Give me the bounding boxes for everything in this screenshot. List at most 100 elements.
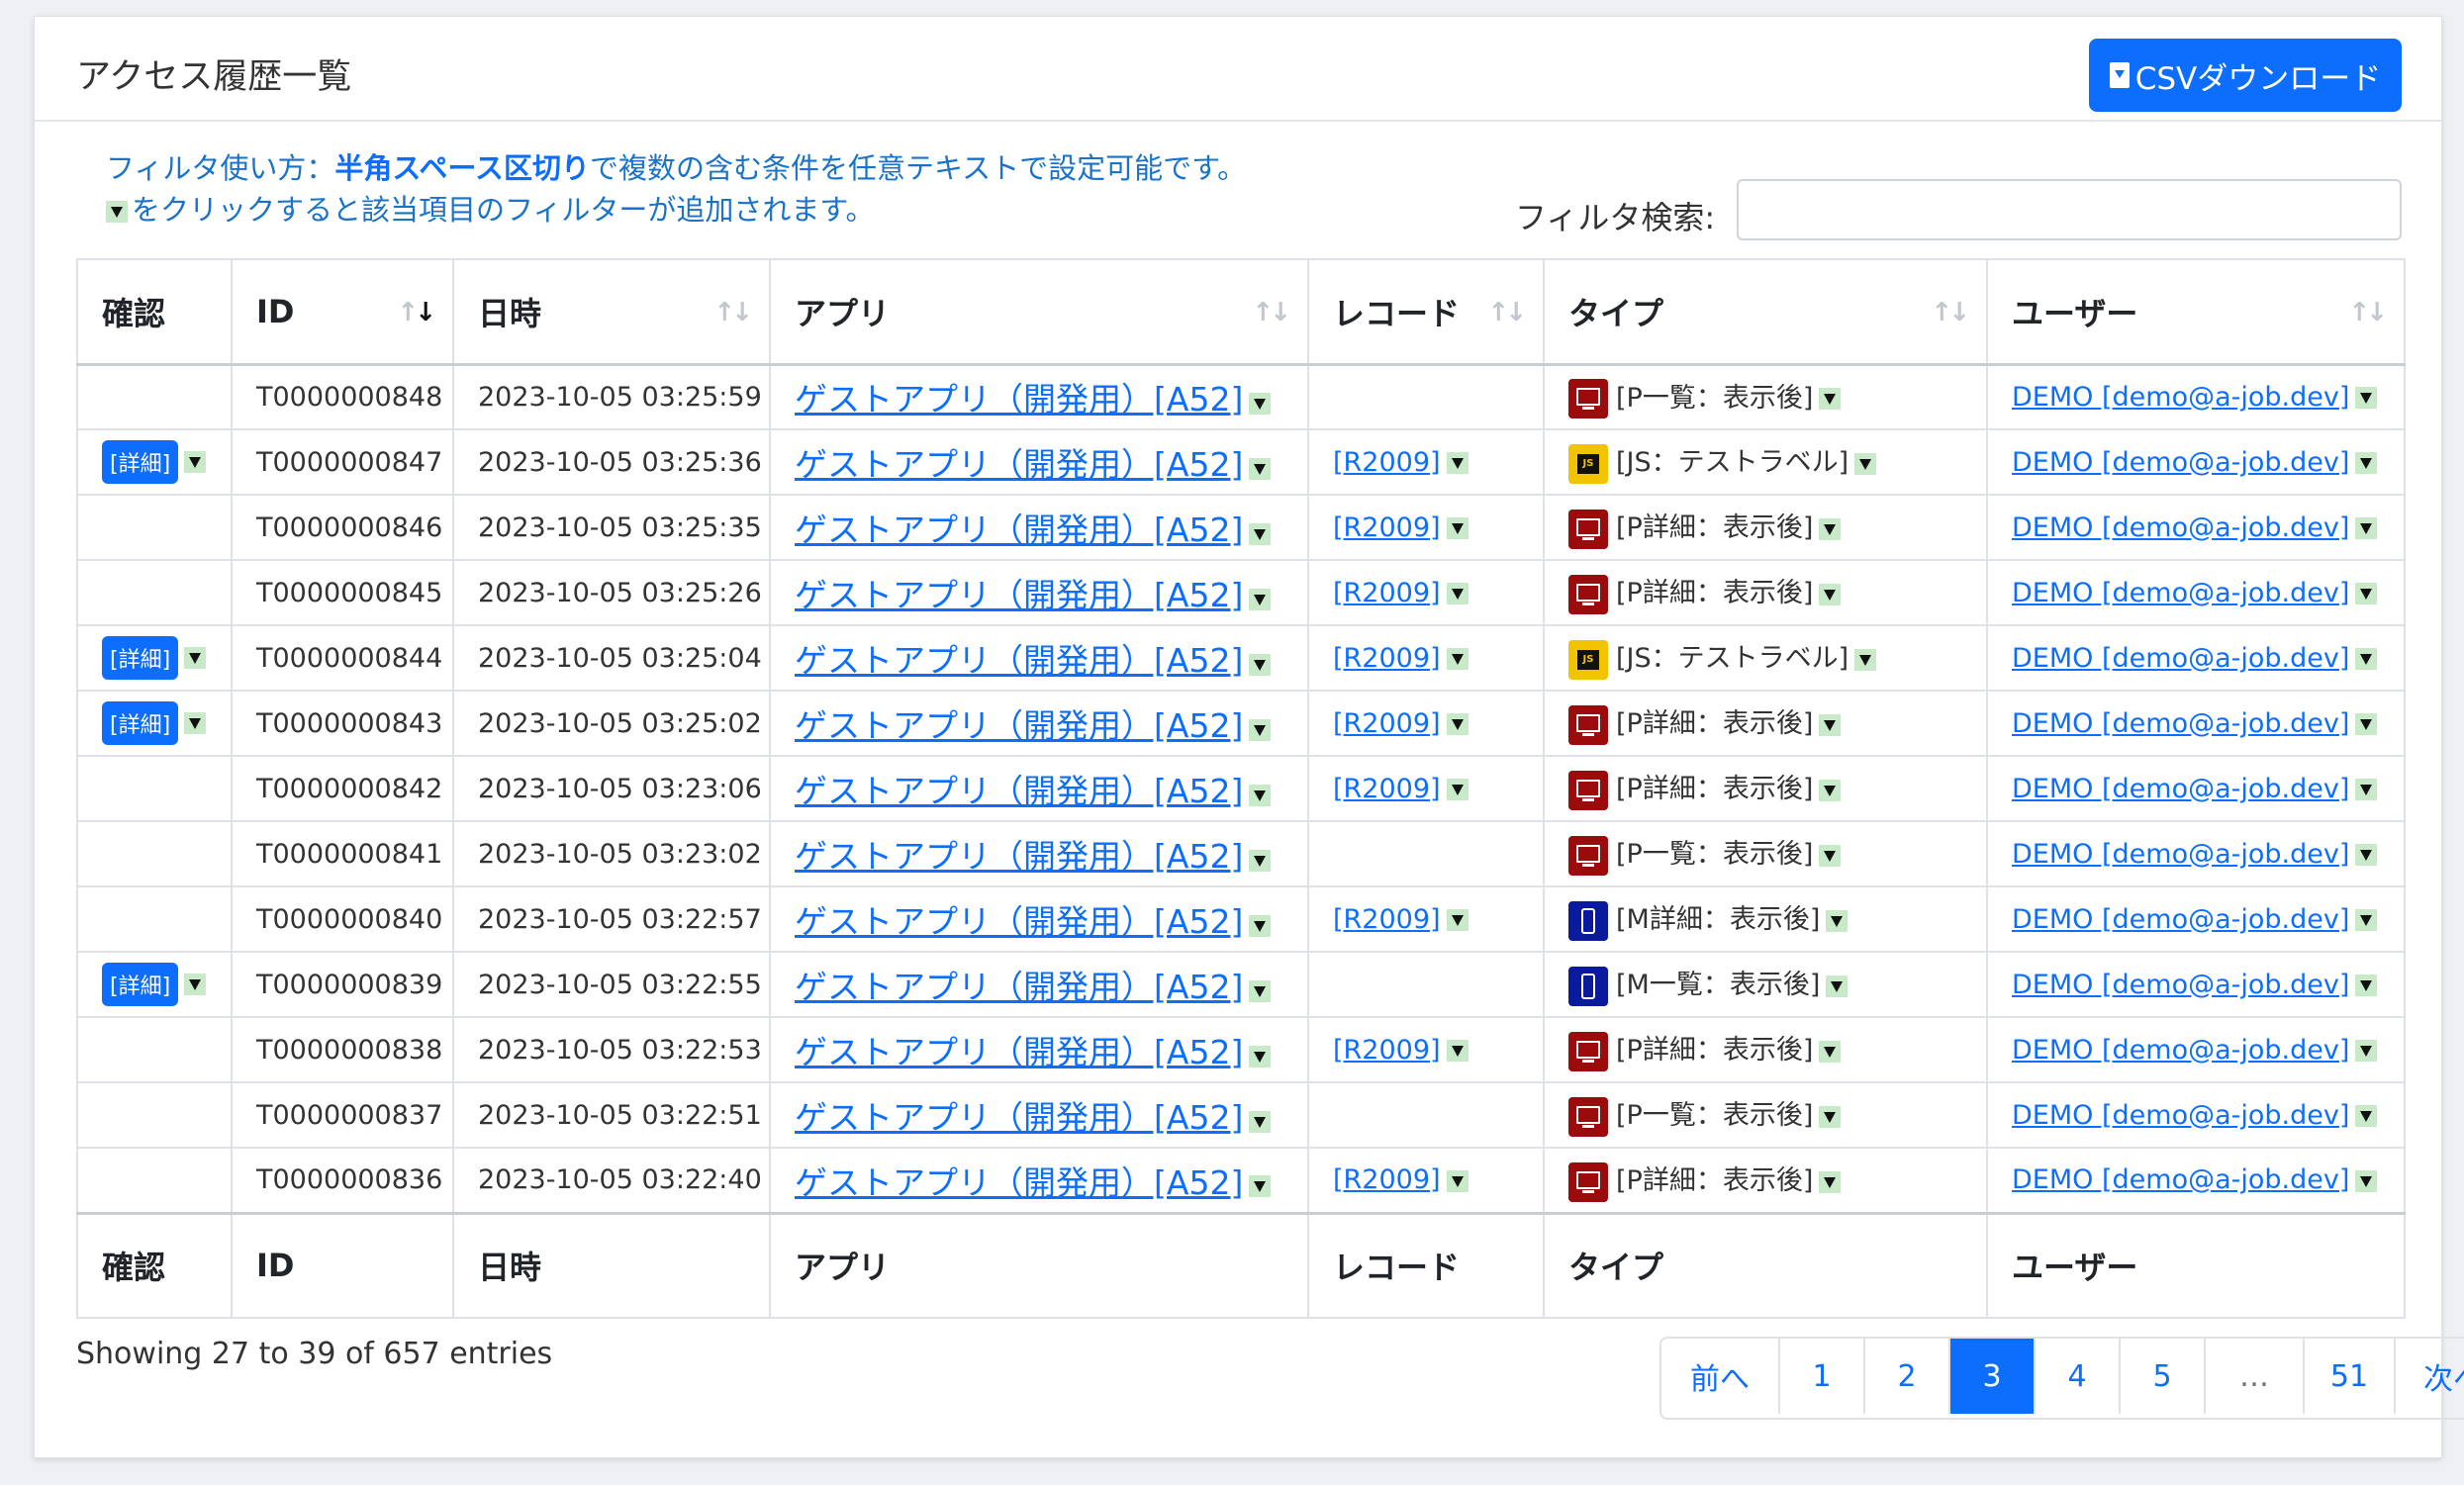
record-filter-icon[interactable] (1446, 517, 1469, 539)
user-filter-icon[interactable] (2355, 975, 2378, 996)
user-filter-icon[interactable] (2355, 909, 2378, 931)
record-filter-icon[interactable] (1446, 1040, 1469, 1062)
col-header-app[interactable]: アプリ ↑↓ (769, 258, 1309, 366)
page-button-51[interactable]: 51 (2303, 1339, 2394, 1414)
type-filter-icon[interactable] (1854, 452, 1877, 475)
user-filter-icon[interactable] (2355, 844, 2378, 866)
record-filter-icon[interactable] (1446, 713, 1469, 735)
user-filter-icon[interactable] (2355, 1105, 2378, 1127)
next-page-button[interactable]: 次へ (2394, 1339, 2464, 1414)
detail-button[interactable]: [詳細] (102, 440, 179, 484)
user-link[interactable]: DEMO [demo@a-job.dev] (2012, 512, 2349, 543)
user-filter-icon[interactable] (2355, 779, 2378, 800)
record-link[interactable]: [R2009] (1333, 1035, 1441, 1066)
record-link[interactable]: [R2009] (1333, 708, 1441, 739)
app-link[interactable]: ゲストアプリ（開発用）[A52] (795, 1098, 1243, 1137)
detail-filter-icon[interactable] (184, 974, 207, 995)
user-link[interactable]: DEMO [demo@a-job.dev] (2012, 1100, 2349, 1131)
user-link[interactable]: DEMO [demo@a-job.dev] (2012, 447, 2349, 478)
user-link[interactable]: DEMO [demo@a-job.dev] (2012, 708, 2349, 739)
app-filter-icon[interactable] (1249, 457, 1272, 480)
detail-button[interactable]: [詳細] (102, 963, 179, 1006)
user-link[interactable]: DEMO [demo@a-job.dev] (2012, 904, 2349, 935)
app-filter-icon[interactable] (1249, 979, 1272, 1002)
detail-button[interactable]: [詳細] (102, 701, 179, 745)
app-link[interactable]: ゲストアプリ（開発用）[A52] (795, 445, 1243, 484)
record-filter-icon[interactable] (1446, 648, 1469, 670)
page-button-2[interactable]: 2 (1863, 1339, 1948, 1414)
record-link[interactable]: [R2009] (1333, 578, 1441, 608)
app-link[interactable]: ゲストアプリ（開発用）[A52] (795, 641, 1243, 680)
type-filter-icon[interactable] (1819, 844, 1842, 867)
col-header-datetime[interactable]: 日時 ↑↓ (452, 258, 771, 366)
user-link[interactable]: DEMO [demo@a-job.dev] (2012, 382, 2349, 413)
detail-filter-icon[interactable] (184, 712, 207, 734)
type-filter-icon[interactable] (1819, 583, 1842, 605)
app-filter-icon[interactable] (1249, 849, 1272, 872)
user-filter-icon[interactable] (2355, 517, 2378, 539)
page-button-1[interactable]: 1 (1778, 1339, 1863, 1414)
app-filter-icon[interactable] (1249, 1175, 1272, 1198)
record-link[interactable]: [R2009] (1333, 447, 1441, 478)
app-filter-icon[interactable] (1249, 1045, 1272, 1067)
record-filter-icon[interactable] (1446, 1169, 1469, 1192)
detail-button[interactable]: [詳細] (102, 636, 179, 680)
app-link[interactable]: ゲストアプリ（開発用）[A52] (795, 510, 1243, 549)
app-link[interactable]: ゲストアプリ（開発用）[A52] (795, 1163, 1243, 1202)
user-filter-icon[interactable] (2355, 387, 2378, 410)
app-filter-icon[interactable] (1249, 392, 1272, 415)
type-filter-icon[interactable] (1819, 1170, 1842, 1193)
col-header-id[interactable]: ID ↑↓ (231, 258, 454, 366)
type-filter-icon[interactable] (1819, 713, 1842, 736)
app-link[interactable]: ゲストアプリ（開発用）[A52] (795, 380, 1243, 418)
user-filter-icon[interactable] (2355, 583, 2378, 604)
record-link[interactable]: [R2009] (1333, 774, 1441, 804)
user-link[interactable]: DEMO [demo@a-job.dev] (2012, 1164, 2349, 1195)
app-filter-icon[interactable] (1249, 718, 1272, 741)
type-filter-icon[interactable] (1819, 1105, 1842, 1128)
user-filter-icon[interactable] (2355, 713, 2378, 735)
filter-search-input[interactable] (1737, 179, 2402, 240)
app-filter-icon[interactable] (1249, 588, 1272, 610)
app-filter-icon[interactable] (1249, 522, 1272, 545)
detail-filter-icon[interactable] (184, 647, 207, 669)
user-filter-icon[interactable] (2355, 648, 2378, 670)
app-link[interactable]: ゲストアプリ（開発用）[A52] (795, 772, 1243, 810)
record-link[interactable]: [R2009] (1333, 512, 1441, 543)
type-filter-icon[interactable] (1819, 517, 1842, 540)
record-filter-icon[interactable] (1446, 452, 1469, 474)
type-filter-icon[interactable] (1826, 909, 1848, 932)
user-link[interactable]: DEMO [demo@a-job.dev] (2012, 774, 2349, 804)
user-link[interactable]: DEMO [demo@a-job.dev] (2012, 839, 2349, 870)
app-filter-icon[interactable] (1249, 653, 1272, 676)
type-filter-icon[interactable] (1819, 388, 1842, 410)
app-link[interactable]: ゲストアプリ（開発用）[A52] (795, 576, 1243, 614)
page-button-4[interactable]: 4 (2034, 1339, 2119, 1414)
prev-page-button[interactable]: 前へ (1661, 1339, 1778, 1414)
app-link[interactable]: ゲストアプリ（開発用）[A52] (795, 837, 1243, 876)
page-button-3[interactable]: 3 (1948, 1339, 2034, 1414)
col-header-user[interactable]: ユーザー ↑↓ (1986, 258, 2406, 366)
app-filter-icon[interactable] (1249, 914, 1272, 937)
record-link[interactable]: [R2009] (1333, 904, 1441, 935)
type-filter-icon[interactable] (1819, 779, 1842, 801)
user-link[interactable]: DEMO [demo@a-job.dev] (2012, 643, 2349, 674)
user-filter-icon[interactable] (2355, 1040, 2378, 1062)
detail-filter-icon[interactable] (184, 451, 207, 473)
app-link[interactable]: ゲストアプリ（開発用）[A52] (795, 968, 1243, 1006)
record-filter-icon[interactable] (1446, 583, 1469, 604)
user-link[interactable]: DEMO [demo@a-job.dev] (2012, 578, 2349, 608)
csv-download-button[interactable]: CSVダウンロード (2089, 39, 2402, 112)
app-link[interactable]: ゲストアプリ（開発用）[A52] (795, 902, 1243, 941)
col-header-record[interactable]: レコード ↑↓ (1307, 258, 1545, 366)
col-header-type[interactable]: タイプ ↑↓ (1543, 258, 1988, 366)
app-filter-icon[interactable] (1249, 1110, 1272, 1133)
user-filter-icon[interactable] (2355, 1169, 2378, 1192)
record-link[interactable]: [R2009] (1333, 643, 1441, 674)
user-link[interactable]: DEMO [demo@a-job.dev] (2012, 970, 2349, 1000)
app-filter-icon[interactable] (1249, 784, 1272, 806)
record-filter-icon[interactable] (1446, 909, 1469, 931)
page-button-5[interactable]: 5 (2119, 1339, 2204, 1414)
type-filter-icon[interactable] (1819, 1040, 1842, 1063)
record-link[interactable]: [R2009] (1333, 1164, 1441, 1195)
